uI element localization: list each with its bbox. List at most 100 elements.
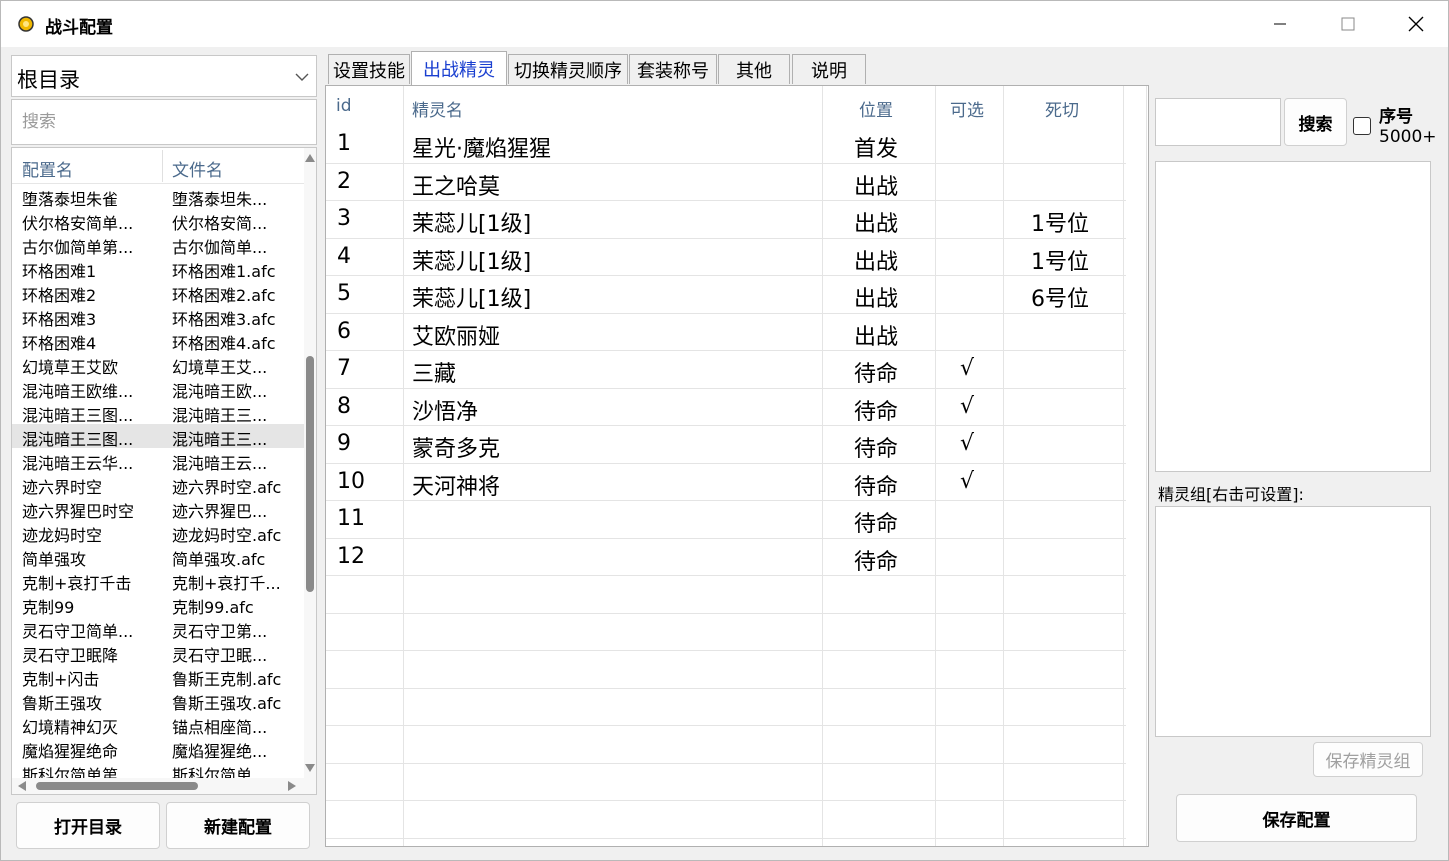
cell-id: 12 xyxy=(337,543,365,569)
save-config-button[interactable]: 保存配置 xyxy=(1176,794,1417,842)
pet-search-button[interactable]: 搜索 xyxy=(1284,98,1347,146)
config-list-item[interactable]: 伏尔格安简单... 伏尔格安简... xyxy=(12,208,304,233)
column-header-position[interactable]: 位置 xyxy=(859,96,893,121)
table-row[interactable]: 1 星光·魔焰猩猩 首发 xyxy=(326,126,1126,164)
config-list-item[interactable]: 幻境草王艾欧 幻境草王艾... xyxy=(12,352,304,377)
config-list-item[interactable]: 迹龙妈时空 迹龙妈时空.afc xyxy=(12,520,304,545)
config-item-name: 混沌暗王三图... xyxy=(22,430,134,449)
config-list-item[interactable]: 环格困难3 环格困难3.afc xyxy=(12,304,304,329)
table-row[interactable]: 3 茉蕊儿[1级] 出战 1号位 xyxy=(326,201,1126,239)
tab-other[interactable]: 其他 xyxy=(718,54,790,84)
table-row[interactable]: 7 三藏 待命 √ xyxy=(326,351,1126,389)
table-row[interactable]: 2 王之哈莫 出战 xyxy=(326,164,1126,201)
scroll-thumb-horizontal[interactable] xyxy=(36,782,198,790)
config-list-item[interactable]: 混沌暗王欧维... 混沌暗王欧... xyxy=(12,376,304,401)
table-row[interactable]: 6 艾欧丽娅 出战 xyxy=(326,314,1126,351)
config-list-item[interactable]: 混沌暗王三图... 混沌暗王三... xyxy=(12,400,304,425)
config-item-name: 迹六界猩巴时空 xyxy=(22,502,135,521)
scroll-down-icon[interactable] xyxy=(305,764,315,772)
config-list-item[interactable]: 灵石守卫眠降 灵石守卫眠... xyxy=(12,640,304,665)
config-item-name: 混沌暗王欧维... xyxy=(22,382,134,401)
table-row[interactable] xyxy=(326,576,1126,614)
close-button[interactable] xyxy=(1382,1,1449,47)
config-list-item[interactable]: 环格困难4 环格困难4.afc xyxy=(12,328,304,353)
config-list-item[interactable]: 堕落泰坦朱雀 堕落泰坦朱... xyxy=(12,184,304,209)
column-header-config-name[interactable]: 配置名 xyxy=(22,156,73,181)
config-list-item[interactable]: 魔焰猩猩绝命 魔焰猩猩绝... xyxy=(12,736,304,761)
cell-id: 8 xyxy=(337,393,351,419)
config-item-file: 堕落泰坦朱... xyxy=(172,190,268,209)
table-row[interactable] xyxy=(326,764,1126,801)
cell-selectable: √ xyxy=(960,356,975,381)
table-row[interactable]: 4 茉蕊儿[1级] 出战 1号位 xyxy=(326,239,1126,276)
column-header-file-name[interactable]: 文件名 xyxy=(172,156,223,181)
table-row[interactable]: 9 蒙奇多克 待命 √ xyxy=(326,426,1126,464)
directory-select[interactable]: 根目录 xyxy=(11,55,317,97)
config-item-file: 魔焰猩猩绝... xyxy=(172,742,268,761)
config-list-item[interactable]: 古尔伽简单第... 古尔伽简单... xyxy=(12,232,304,257)
config-list-item[interactable]: 克制+哀打千击 克制+哀打千... xyxy=(12,568,304,593)
table-row[interactable] xyxy=(326,801,1126,839)
config-item-file: 迹六界时空.afc xyxy=(172,478,282,497)
seq-checkbox[interactable] xyxy=(1353,117,1371,135)
config-list-item[interactable]: 灵石守卫简单... 灵石守卫第... xyxy=(12,616,304,641)
config-list-item[interactable]: 简单强攻 简单强攻.afc xyxy=(12,544,304,569)
table-row[interactable]: 8 沙悟净 待命 √ xyxy=(326,389,1126,426)
config-list-vertical-scrollbar[interactable] xyxy=(304,148,316,778)
table-row[interactable]: 5 茉蕊儿[1级] 出战 6号位 xyxy=(326,276,1126,314)
config-item-name: 魔焰猩猩绝命 xyxy=(22,742,119,761)
tab-suit-title[interactable]: 套装称号 xyxy=(629,54,717,84)
config-list-item[interactable]: 克制+闪击 鲁斯王克制.afc xyxy=(12,664,304,689)
column-header-selectable[interactable]: 可选 xyxy=(950,96,984,121)
config-list-item[interactable]: 混沌暗王三图... 混沌暗王三... xyxy=(12,424,304,449)
maximize-button[interactable] xyxy=(1314,1,1382,47)
column-header-death-switch[interactable]: 死切 xyxy=(1045,96,1079,121)
tab-skill-settings[interactable]: 设置技能 xyxy=(328,54,410,84)
tab-instructions[interactable]: 说明 xyxy=(792,54,866,84)
table-row[interactable] xyxy=(326,726,1126,764)
config-list-item[interactable]: 鲁斯王强攻 鲁斯王强攻.afc xyxy=(12,688,304,713)
minimize-button[interactable] xyxy=(1246,1,1314,47)
pet-group-list[interactable] xyxy=(1155,506,1431,737)
table-row[interactable]: 10 天河神将 待命 √ xyxy=(326,464,1126,501)
table-row[interactable]: 12 待命 xyxy=(326,539,1126,576)
config-list-item[interactable]: 环格困难1 环格困难1.afc xyxy=(12,256,304,281)
search-result-list[interactable] xyxy=(1155,161,1431,472)
config-list-item[interactable]: 克制99 克制99.afc xyxy=(12,592,304,617)
config-list-item[interactable]: 迹六界猩巴时空 迹六界猩巴... xyxy=(12,496,304,521)
config-search-input[interactable] xyxy=(11,99,317,145)
scroll-thumb[interactable] xyxy=(306,356,314,592)
new-config-button[interactable]: 新建配置 xyxy=(166,802,310,849)
cell-position: 出战 xyxy=(854,174,899,200)
scroll-up-icon[interactable] xyxy=(305,154,315,162)
config-list-item[interactable]: 幻境精神幻灭 锚点相座简... xyxy=(12,712,304,737)
tab-battle-pets[interactable]: 出战精灵 xyxy=(411,51,507,85)
cell-id: 2 xyxy=(337,168,351,194)
config-item-name: 环格困难2 xyxy=(22,286,97,305)
config-list-item[interactable]: 环格困难2 环格困难2.afc xyxy=(12,280,304,305)
scroll-left-icon[interactable] xyxy=(18,781,26,791)
config-list-horizontal-scrollbar[interactable] xyxy=(12,778,316,794)
scroll-right-icon[interactable] xyxy=(288,781,296,791)
config-list-item[interactable]: 混沌暗王云华... 混沌暗王云... xyxy=(12,448,304,473)
config-list-header: 配置名 文件名 xyxy=(12,148,304,184)
table-row[interactable] xyxy=(326,614,1126,651)
config-item-name: 环格困难3 xyxy=(22,310,97,329)
config-item-file: 鲁斯王克制.afc xyxy=(172,670,282,689)
save-pet-group-button[interactable]: 保存精灵组 xyxy=(1313,742,1423,777)
cell-id: 7 xyxy=(337,356,351,381)
tab-switch-order[interactable]: 切换精灵顺序 xyxy=(508,54,628,84)
column-header-id[interactable]: id xyxy=(336,96,352,116)
table-row[interactable] xyxy=(326,651,1126,689)
pet-search-input[interactable] xyxy=(1155,98,1281,146)
cell-selectable: √ xyxy=(960,468,975,494)
table-row[interactable]: 11 待命 xyxy=(326,501,1126,539)
cell-pet-name: 三藏 xyxy=(412,362,457,387)
open-directory-button[interactable]: 打开目录 xyxy=(16,802,160,849)
cell-pet-name: 沙悟净 xyxy=(412,399,479,425)
config-item-file: 环格困难1.afc xyxy=(172,262,276,281)
config-list-item[interactable]: 迹六界时空 迹六界时空.afc xyxy=(12,472,304,497)
pet-grid-header: id 精灵名 位置 可选 死切 xyxy=(326,86,1148,126)
column-header-pet-name[interactable]: 精灵名 xyxy=(412,96,463,121)
table-row[interactable] xyxy=(326,689,1126,726)
